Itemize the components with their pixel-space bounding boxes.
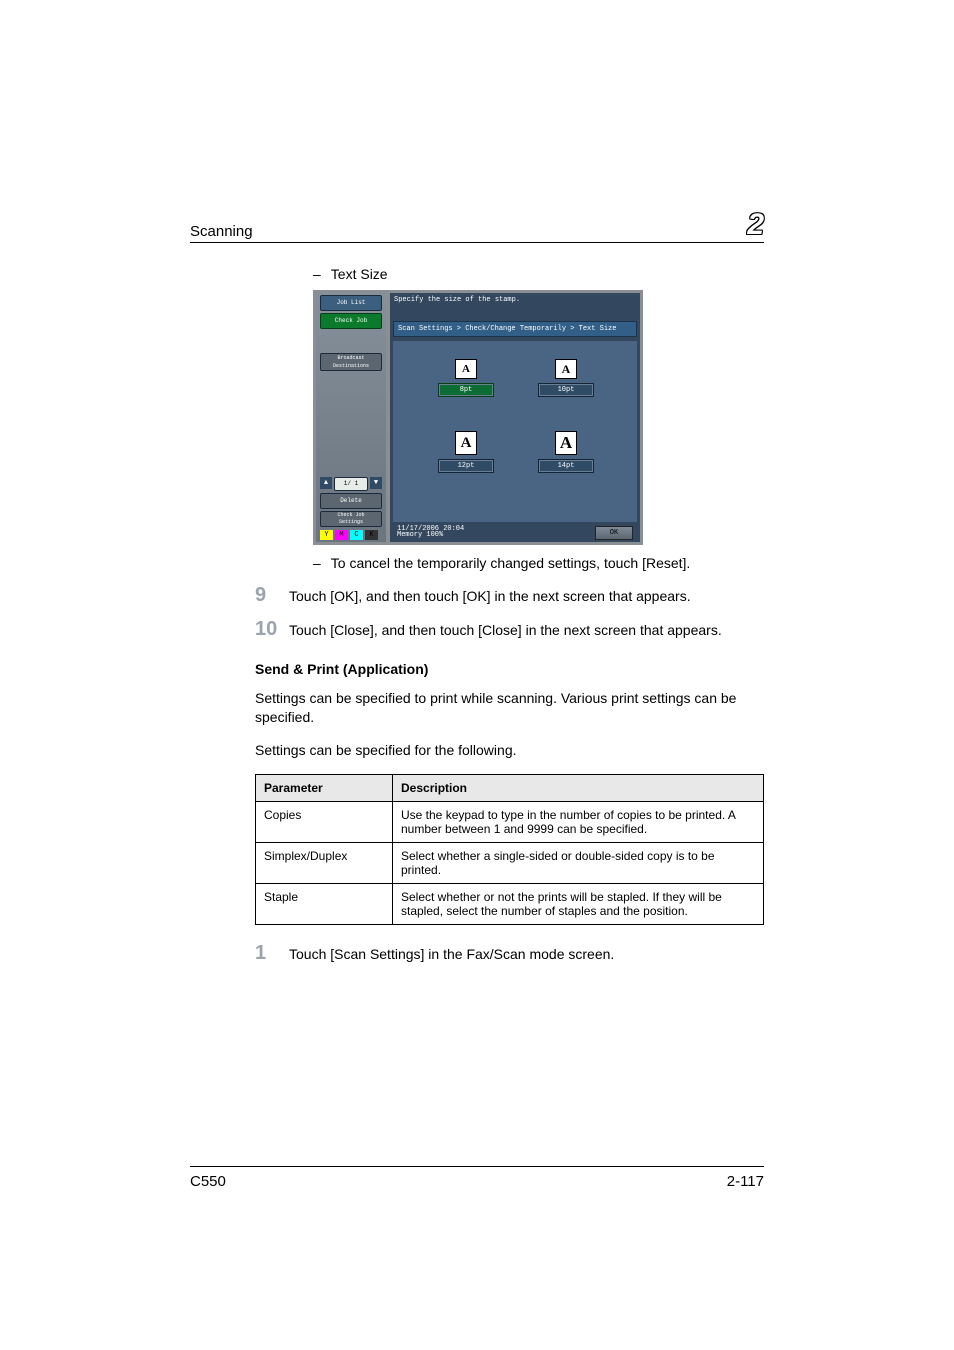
text-size-10pt-label: 10pt [538, 383, 594, 397]
letter-a-icon: A [455, 359, 477, 379]
screenshot-memory: Memory 100% [397, 531, 443, 539]
table-header-row: Parameter Description [256, 774, 764, 801]
send-print-para-2: Settings can be specified for the follow… [255, 741, 764, 760]
param-name: Copies [256, 801, 393, 842]
page-footer: C550 2-117 [190, 1166, 764, 1190]
parameter-table: Parameter Description Copies Use the key… [255, 774, 764, 925]
param-desc: Select whether a single-sided or double-… [393, 842, 764, 883]
cancel-note-text: To cancel the temporarily changed settin… [331, 555, 691, 571]
param-name: Staple [256, 883, 393, 924]
step-text: Touch [OK], and then touch [OK] in the n… [289, 585, 764, 604]
send-print-heading: Send & Print (Application) [255, 661, 764, 677]
header-chapter-number: 2 [747, 210, 764, 240]
screenshot-sidebar: Job List Check Job Broadcast Destination… [316, 293, 386, 542]
page-down-icon[interactable]: ▼ [370, 477, 382, 489]
step-text: Touch [Scan Settings] in the Fax/Scan mo… [289, 943, 764, 962]
text-size-label: Text Size [331, 266, 388, 282]
check-job-button[interactable]: Check Job [320, 313, 382, 329]
text-size-option-grid: A 8pt A 10pt A 12pt A 14 [393, 341, 637, 522]
cancel-note: –To cancel the temporarily changed setti… [313, 555, 764, 571]
step-number: 1 [255, 943, 285, 963]
toner-y-icon: Y [320, 530, 333, 540]
table-row: Simplex/Duplex Select whether a single-s… [256, 842, 764, 883]
check-job-settings-button[interactable]: Check Job Settings [320, 511, 382, 527]
step-10: 10 Touch [Close], and then touch [Close]… [255, 619, 764, 639]
text-size-14pt[interactable]: A 14pt [538, 431, 594, 473]
table-row: Staple Select whether or not the prints … [256, 883, 764, 924]
ok-button[interactable]: OK [595, 526, 633, 540]
step-9: 9 Touch [OK], and then touch [OK] in the… [255, 585, 764, 605]
text-size-screenshot: Job List Check Job Broadcast Destination… [313, 290, 643, 545]
header-section: Scanning [190, 223, 253, 240]
letter-a-icon: A [555, 359, 577, 379]
running-header: Scanning 2 [190, 210, 764, 243]
footer-page: 2-117 [727, 1173, 764, 1190]
step-number: 9 [255, 585, 285, 605]
step-number: 10 [255, 619, 285, 639]
footer-model: C550 [190, 1173, 226, 1190]
dash-icon: – [313, 266, 321, 282]
page-indicator: 1/ 1 [334, 477, 368, 491]
job-list-button[interactable]: Job List [320, 295, 382, 311]
screenshot-title: Specify the size of the stamp. [390, 293, 640, 307]
screenshot-breadcrumb: Scan Settings > Check/Change Temporarily… [393, 321, 637, 337]
screenshot-footer: 11/17/2006 20:04 Memory 100% OK [393, 524, 637, 540]
letter-a-icon: A [555, 431, 577, 455]
screenshot-main: Specify the size of the stamp. Scan Sett… [390, 293, 640, 542]
toner-k-icon: K [365, 530, 378, 540]
param-desc: Select whether or not the prints will be… [393, 883, 764, 924]
toner-c-icon: C [350, 530, 363, 540]
param-desc: Use the keypad to type in the number of … [393, 801, 764, 842]
th-description: Description [393, 774, 764, 801]
text-size-8pt-label: 8pt [438, 383, 494, 397]
send-print-para-1: Settings can be specified to print while… [255, 689, 764, 727]
broadcast-destinations-button[interactable]: Broadcast Destinations [320, 353, 382, 371]
text-size-14pt-label: 14pt [538, 459, 594, 473]
delete-button[interactable]: Delete [320, 493, 382, 509]
step-1: 1 Touch [Scan Settings] in the Fax/Scan … [255, 943, 764, 963]
toner-levels: Y M C K [320, 530, 378, 540]
text-size-10pt[interactable]: A 10pt [538, 359, 594, 397]
text-size-8pt[interactable]: A 8pt [438, 359, 494, 397]
dash-icon: – [313, 555, 321, 571]
step-text: Touch [Close], and then touch [Close] in… [289, 619, 764, 638]
letter-a-icon: A [455, 431, 477, 455]
th-parameter: Parameter [256, 774, 393, 801]
toner-m-icon: M [335, 530, 348, 540]
text-size-12pt-label: 12pt [438, 459, 494, 473]
table-row: Copies Use the keypad to type in the num… [256, 801, 764, 842]
page-up-icon[interactable]: ▲ [320, 477, 332, 489]
param-name: Simplex/Duplex [256, 842, 393, 883]
text-size-bullet: –Text Size [313, 266, 764, 282]
text-size-12pt[interactable]: A 12pt [438, 431, 494, 473]
